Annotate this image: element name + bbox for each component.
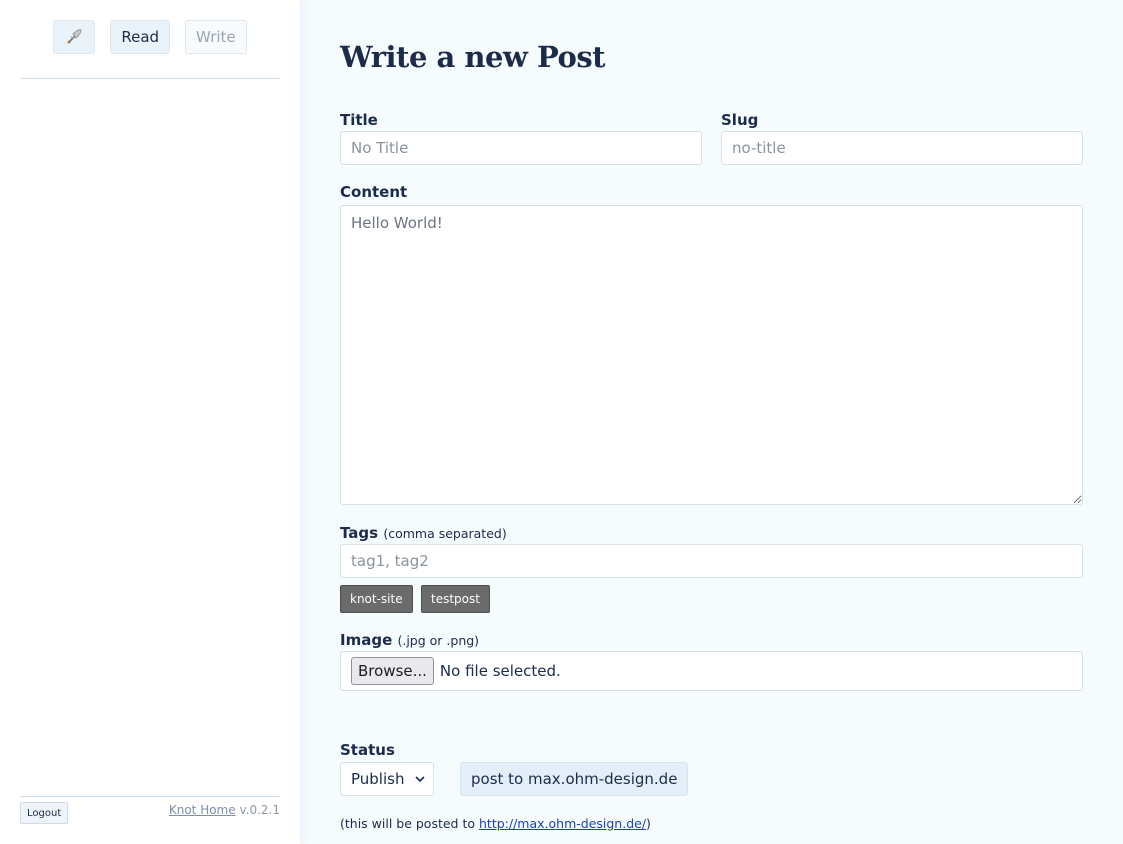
post-destination-note: (this will be posted to http://max.ohm-d… <box>340 816 651 831</box>
status-select[interactable]: Publish <box>340 762 434 796</box>
nav-divider <box>20 78 280 79</box>
image-hint: (.jpg or .png) <box>397 633 480 648</box>
image-label: Image (.jpg or .png) <box>340 631 479 649</box>
tags-hint: (comma separated) <box>383 526 507 541</box>
note-prefix: (this will be posted to <box>340 816 479 831</box>
content-label: Content <box>340 183 408 201</box>
tags-label-text: Tags <box>340 524 379 542</box>
sidebar: Read Write Logout Knot Home v.0.2.1 <box>0 0 300 844</box>
tags-input[interactable] <box>340 544 1083 578</box>
title-input[interactable] <box>340 131 702 165</box>
title-label: Title <box>340 111 378 129</box>
tag-chip[interactable]: knot-site <box>340 585 413 613</box>
image-file-input[interactable]: Browse... No file selected. <box>340 651 1083 691</box>
browse-button[interactable]: Browse... <box>351 657 434 685</box>
content-textarea[interactable] <box>340 205 1083 505</box>
knot-home-link[interactable]: Knot Home <box>169 803 236 817</box>
top-nav: Read Write <box>0 20 300 54</box>
post-button[interactable]: post to max.ohm-design.de <box>460 762 689 796</box>
file-status: No file selected. <box>439 662 561 680</box>
site-link[interactable]: http://max.ohm-design.de/ <box>479 816 646 831</box>
quill-icon <box>67 29 82 44</box>
write-button[interactable]: Write <box>185 20 247 54</box>
footer-divider <box>20 796 280 797</box>
logout-button[interactable]: Logout <box>20 802 69 824</box>
image-label-text: Image <box>340 631 393 649</box>
chevron-down-icon <box>415 776 425 783</box>
version-text: v.0.2.1 <box>239 803 280 817</box>
version-info: Knot Home v.0.2.1 <box>169 803 280 817</box>
status-label: Status <box>340 741 395 759</box>
page-title: Write a new Post <box>340 40 606 74</box>
read-button[interactable]: Read <box>110 20 171 54</box>
note-suffix: ) <box>646 816 651 831</box>
main-panel: Write a new Post Title Slug Content Tags… <box>300 0 1123 844</box>
tag-chip[interactable]: testpost <box>421 585 490 613</box>
status-selected-value: Publish <box>351 770 405 788</box>
slug-input[interactable] <box>721 131 1083 165</box>
home-button[interactable] <box>53 20 96 54</box>
slug-label: Slug <box>721 111 759 129</box>
tags-label: Tags (comma separated) <box>340 524 507 542</box>
